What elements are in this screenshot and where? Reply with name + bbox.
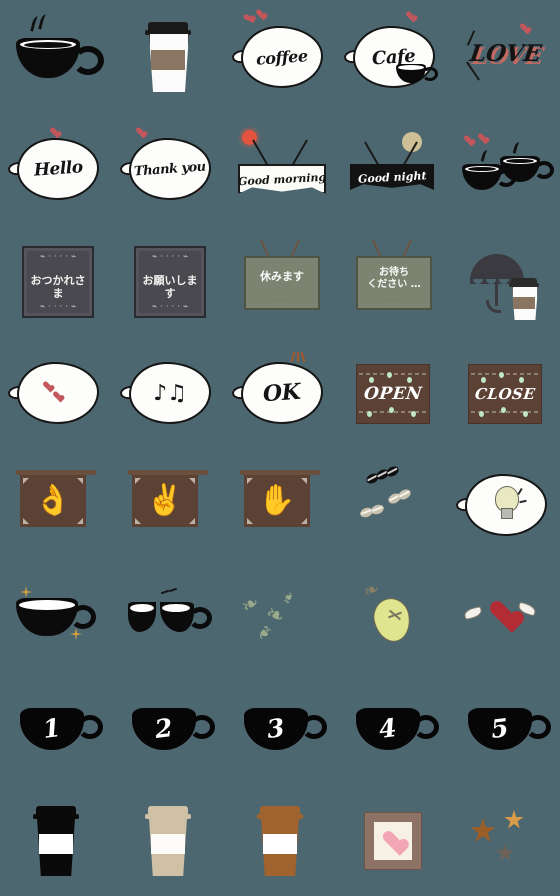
takeout-cup-icon [120,8,216,104]
sticker-cell-open-sign[interactable]: OPEN [336,336,448,448]
sticker-cell-hearts-bubble[interactable] [0,336,112,448]
sticker-sheet-grid: coffee Cafe LOVE Hello Thank you Good mo… [0,0,560,896]
sticker-cell-takeout-cup-black[interactable] [0,784,112,896]
sticker-cell-empty-cup-sparkle[interactable] [0,560,112,672]
lightbulb-icon [455,456,552,552]
sticker-label: OK [262,378,302,408]
sticker-label: 2 [153,712,175,744]
sticker-label: LOVE [468,40,544,67]
number-cup-icon: 1 [8,680,104,776]
sticker-cell-ok-bubble[interactable]: OK [224,336,336,448]
peace-hand-icon: ✌ [120,456,216,552]
ok-hand-icon: 👌 [8,456,104,552]
takeout-cup-icon [120,792,216,888]
sticker-cell-chalkboard-otsukaresama[interactable]: ⌁ · · · · ⌁ おつかれさま ⌁ · · · · ⌁ [0,224,112,336]
star-icon [456,792,552,888]
speech-bubble-icon: coffee [231,8,328,104]
leaf-sprig-icon: ❧ ❧ ❧ ❧ [237,588,300,646]
love-text-icon: LOVE [456,8,552,104]
empty-cup-icon [8,568,104,664]
sticker-cell-broken-cup[interactable] [112,560,224,672]
sticker-cell-three-stars[interactable] [448,784,560,896]
sticker-cell-good-night-banner[interactable]: Good night [336,112,448,224]
sticker-cell-coffee-beans[interactable] [336,448,448,560]
sticker-label: 5 [489,712,511,744]
sticker-cell-number-cup-1[interactable]: 1 [0,672,112,784]
sticker-cell-hanging-sign-omachi[interactable]: · · · · · · お待ち ください … · · · · · · [336,224,448,336]
wood-sign-icon: OPEN [344,344,440,440]
sticker-label: Good morning [237,170,327,188]
picture-frame-icon [344,792,440,888]
sticker-cell-winged-heart[interactable] [448,560,560,672]
sticker-label: 休みます [260,270,304,283]
sticker-cell-umbrella-with-cup[interactable] [448,224,560,336]
takeout-cup-icon [232,792,328,888]
waving-hand-icon: ✋ [232,456,328,552]
number-cup-icon: 5 [456,680,552,776]
umbrella-icon [456,232,552,328]
sticker-cell-coffee-word-bubble[interactable]: coffee [224,0,336,112]
coffee-bean-icon [344,456,440,552]
sticker-cell-number-cup-2[interactable]: 2 [112,672,224,784]
sticker-cell-number-cup-3[interactable]: 3 [224,672,336,784]
banner-moon-icon: Good night [344,120,440,216]
sticker-cell-waving-hand-board[interactable]: ✋ [224,448,336,560]
music-note-icon: ♪♫ [119,344,216,440]
chalkboard-icon: ⌁ · · · · ⌁ お願いします ⌁ · · · · ⌁ [120,232,216,328]
sticker-cell-hello-bubble[interactable]: Hello [0,112,112,224]
sticker-label: 1 [41,712,63,744]
wood-sign-icon: CLOSE [456,344,552,440]
sticker-label: お願いします [142,274,198,300]
sticker-label: Hello [33,157,83,181]
number-cup-icon: 2 [120,680,216,776]
sticker-cell-close-sign[interactable]: CLOSE [448,336,560,448]
sticker-cell-cafe-word-bubble[interactable]: Cafe [336,0,448,112]
sticker-label: 3 [265,712,287,744]
sticker-label: 4 [377,712,399,744]
banner-sun-icon: Good morning [232,120,328,216]
sticker-label: お待ち ください … [367,267,421,290]
sticker-cell-number-cup-4[interactable]: 4 [336,672,448,784]
sticker-cell-chalkboard-onegaishimasu[interactable]: ⌁ · · · · ⌁ お願いします ⌁ · · · · ⌁ [112,224,224,336]
sticker-cell-hot-coffee-mug[interactable] [0,0,112,112]
hanging-sign-icon: · · · · · · お待ち ください … · · · · · · [344,232,440,328]
two-cups-icon [456,120,554,216]
sticker-label: おつかれさま [30,274,86,300]
sticker-label: OPEN [362,384,424,404]
sticker-cell-lemon-leaf[interactable]: ❧ [336,560,448,672]
sticker-cell-ok-hand-board[interactable]: 👌 [0,448,112,560]
lemon-icon: ❧ [344,568,440,664]
speech-bubble-icon: Cafe [343,8,440,104]
takeout-cup-icon [8,792,104,888]
sticker-cell-lightbulb-bubble[interactable] [448,448,560,560]
sticker-cell-thank-you-bubble[interactable]: Thank you [112,112,224,224]
sticker-cell-two-coffee-cups[interactable] [448,112,560,224]
chalkboard-icon: ⌁ · · · · ⌁ おつかれさま ⌁ · · · · ⌁ [8,232,104,328]
sticker-label: Good night [357,168,427,186]
coffee-mug-icon [8,8,104,104]
sticker-cell-good-morning-banner[interactable]: Good morning [224,112,336,224]
speech-bubble-icon [7,344,104,440]
sticker-cell-takeout-cup-white[interactable] [112,0,224,112]
broken-cup-icon [120,568,216,664]
hanging-sign-icon: · · · · · · 休みます · · · · · · [232,232,328,328]
number-cup-icon: 3 [232,680,328,776]
winged-heart-icon [456,568,552,664]
sticker-label: Thank you [133,159,207,179]
sticker-cell-heart-picture-frame[interactable] [336,784,448,896]
sticker-cell-olive-branch[interactable]: ❧ ❧ ❧ ❧ [224,560,336,672]
sticker-label: CLOSE [473,385,537,403]
speech-bubble-icon: Thank you [119,120,216,216]
number-cup-icon: 4 [344,680,440,776]
sticker-cell-takeout-cup-beige[interactable] [112,784,224,896]
speech-bubble-icon: OK [231,344,328,440]
sticker-cell-peace-hand-board[interactable]: ✌ [112,448,224,560]
sticker-cell-love-text[interactable]: LOVE [448,0,560,112]
sticker-cell-music-notes-bubble[interactable]: ♪♫ [112,336,224,448]
sticker-label: coffee [255,45,309,69]
sticker-cell-number-cup-5[interactable]: 5 [448,672,560,784]
sticker-cell-hanging-sign-yasumimasu[interactable]: · · · · · · 休みます · · · · · · [224,224,336,336]
sticker-cell-takeout-cup-brown[interactable] [224,784,336,896]
speech-bubble-icon: Hello [7,120,104,216]
